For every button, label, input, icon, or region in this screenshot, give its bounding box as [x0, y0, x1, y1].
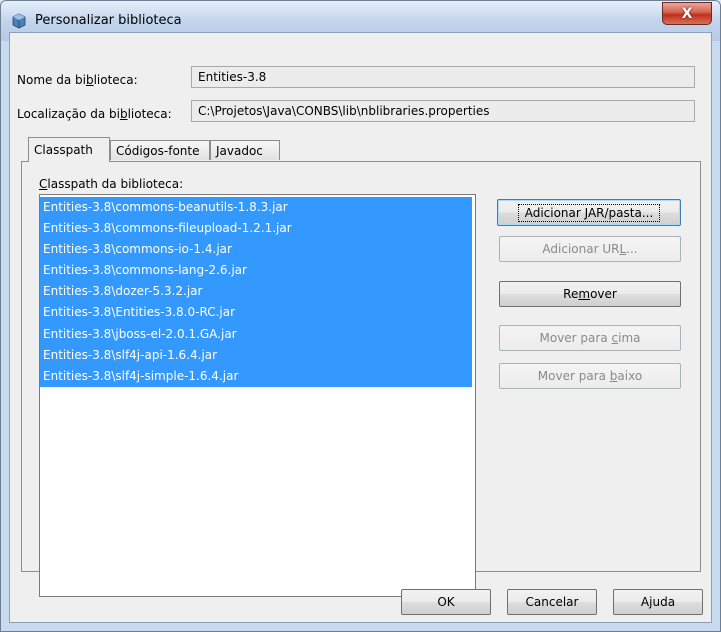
library-name-label: Nome da biblioteca: — [17, 73, 138, 87]
help-button[interactable]: Ajuda — [613, 589, 703, 615]
list-item[interactable]: Entities-3.8\commons-lang-2.6.jar — [40, 260, 472, 282]
tab-javadoc[interactable]: Javadoc — [210, 140, 280, 160]
tab-classpath[interactable]: Classpath — [28, 137, 110, 162]
list-item[interactable]: Entities-3.8\jboss-el-2.0.1.GA.jar — [40, 323, 472, 345]
classpath-list[interactable]: Entities-3.8\commons-beanutils-1.8.3.jar… — [39, 194, 476, 597]
remove-button[interactable]: Remover — [499, 281, 681, 307]
list-item[interactable]: Entities-3.8\slf4j-simple-1.6.4.jar — [40, 365, 472, 387]
tab-source[interactable]: Códigos-fonte — [110, 140, 210, 160]
list-item[interactable]: Entities-3.8\Entities-3.8.0-RC.jar — [40, 302, 472, 324]
window-title: Personalizar biblioteca — [35, 13, 182, 28]
list-item[interactable]: Entities-3.8\commons-beanutils-1.8.3.jar — [40, 197, 472, 219]
add-jar-folder-button[interactable]: Adicionar JAR/pasta... — [497, 199, 681, 226]
ok-button[interactable]: OK — [401, 589, 491, 615]
cancel-button[interactable]: Cancelar — [507, 589, 597, 615]
move-down-button[interactable]: Mover para baixo — [499, 363, 681, 389]
list-item[interactable]: Entities-3.8\commons-io-1.4.jar — [40, 239, 472, 261]
list-item[interactable]: Entities-3.8\dozer-5.3.2.jar — [40, 281, 472, 303]
app-icon — [12, 13, 26, 29]
library-location-field[interactable]: C:\Projetos\Java\CONBS\lib\nblibraries.p… — [191, 100, 695, 122]
add-url-button[interactable]: Adicionar URL... — [499, 236, 681, 262]
list-item[interactable]: Entities-3.8\commons-fileupload-1.2.1.ja… — [40, 218, 472, 240]
move-up-button[interactable]: Mover para cima — [499, 325, 681, 351]
dialog-window: Personalizar biblioteca X Nome da biblio… — [0, 0, 721, 632]
list-item[interactable]: Entities-3.8\slf4j-api-1.6.4.jar — [40, 344, 472, 366]
library-name-field[interactable]: Entities-3.8 — [191, 66, 695, 88]
library-location-label: Localização da biblioteca: — [17, 107, 172, 121]
classpath-label: Classpath da biblioteca: — [39, 177, 184, 191]
close-button[interactable]: X — [662, 2, 712, 25]
close-icon: X — [681, 5, 693, 22]
